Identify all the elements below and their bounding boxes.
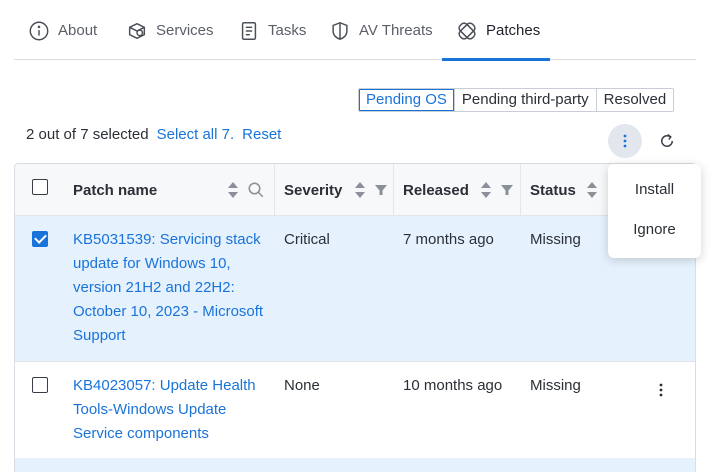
column-divider — [393, 164, 394, 216]
sort-icon[interactable] — [480, 181, 492, 199]
tab-label: Tasks — [268, 22, 307, 39]
bulk-actions-menu: Install Ignore — [608, 164, 701, 258]
severity-value: None — [284, 377, 320, 394]
selected-count: 2 out of 7 selected — [26, 126, 149, 143]
released-value: 7 months ago — [403, 231, 494, 248]
filter-pending-third-party[interactable]: Pending third-party — [453, 89, 596, 111]
severity-value: Critical — [284, 231, 330, 248]
sort-icon[interactable] — [586, 181, 598, 199]
table-row: KB5031539: Servicing stack update for Wi… — [15, 216, 695, 361]
tab-label: Services — [156, 22, 214, 39]
column-released: Released — [403, 164, 514, 216]
refresh-button[interactable] — [652, 126, 682, 156]
column-label: Status — [530, 181, 576, 199]
tab-patches[interactable]: Patches — [442, 20, 550, 61]
tasks-icon — [241, 22, 257, 40]
patch-name-link[interactable]: KB4023057: Update Health Tools-Windows U… — [73, 374, 273, 446]
column-patch-name: Patch name — [73, 164, 265, 216]
kebab-icon — [623, 134, 627, 148]
column-divider — [274, 164, 275, 216]
menu-item-install[interactable]: Install — [608, 172, 701, 208]
search-icon[interactable] — [247, 181, 265, 199]
row-checkbox[interactable] — [32, 377, 48, 393]
table-row — [15, 458, 695, 472]
row-checkbox[interactable] — [32, 231, 48, 247]
patches-table: Patch name Severity Released Status KB50… — [14, 163, 696, 472]
column-label: Patch name — [73, 181, 158, 199]
info-icon — [29, 21, 49, 41]
selection-summary: 2 out of 7 selected Select all 7. Reset — [26, 126, 281, 143]
refresh-icon — [661, 134, 673, 147]
patch-filter: Pending OS Pending third-party Resolved — [358, 88, 675, 112]
filter-icon[interactable] — [374, 183, 388, 197]
shield-icon — [332, 21, 348, 41]
bulk-actions-button[interactable] — [608, 124, 642, 158]
column-severity: Severity — [284, 164, 388, 216]
filter-pending-os[interactable]: Pending OS — [359, 89, 454, 111]
services-icon — [128, 22, 146, 40]
filter-icon[interactable] — [500, 183, 514, 197]
select-all-link[interactable]: Select all 7. — [157, 126, 235, 143]
column-label: Severity — [284, 181, 343, 199]
sort-icon[interactable] — [354, 181, 366, 199]
tab-about[interactable]: About — [28, 20, 97, 60]
patches-icon — [458, 22, 476, 40]
column-status: Status — [530, 164, 598, 216]
tab-tasks[interactable]: Tasks — [238, 20, 306, 60]
column-divider — [520, 164, 521, 216]
tab-label: AV Threats — [359, 22, 433, 39]
kebab-icon — [659, 383, 663, 397]
table-row: KB4023057: Update Health Tools-Windows U… — [15, 361, 695, 458]
row-actions-button[interactable] — [649, 378, 673, 402]
column-label: Released — [403, 181, 469, 199]
sort-icon[interactable] — [227, 181, 239, 199]
tab-av-threats[interactable]: AV Threats — [329, 20, 433, 60]
released-value: 10 months ago — [403, 377, 503, 394]
reset-link[interactable]: Reset — [242, 126, 281, 143]
tab-bar: About Services Tasks AV Threats Patches — [14, 0, 696, 61]
tab-label: About — [58, 22, 98, 39]
menu-item-ignore[interactable]: Ignore — [608, 212, 701, 248]
status-value: Missing — [530, 377, 581, 394]
filter-resolved[interactable]: Resolved — [595, 89, 674, 111]
tab-services[interactable]: Services — [126, 20, 214, 60]
table-header: Patch name Severity Released Status — [15, 164, 695, 216]
select-all-checkbox[interactable] — [32, 179, 48, 195]
patch-name-link[interactable]: KB5031539: Servicing stack update for Wi… — [73, 228, 273, 348]
status-value: Missing — [530, 231, 581, 248]
tab-label: Patches — [486, 22, 541, 39]
